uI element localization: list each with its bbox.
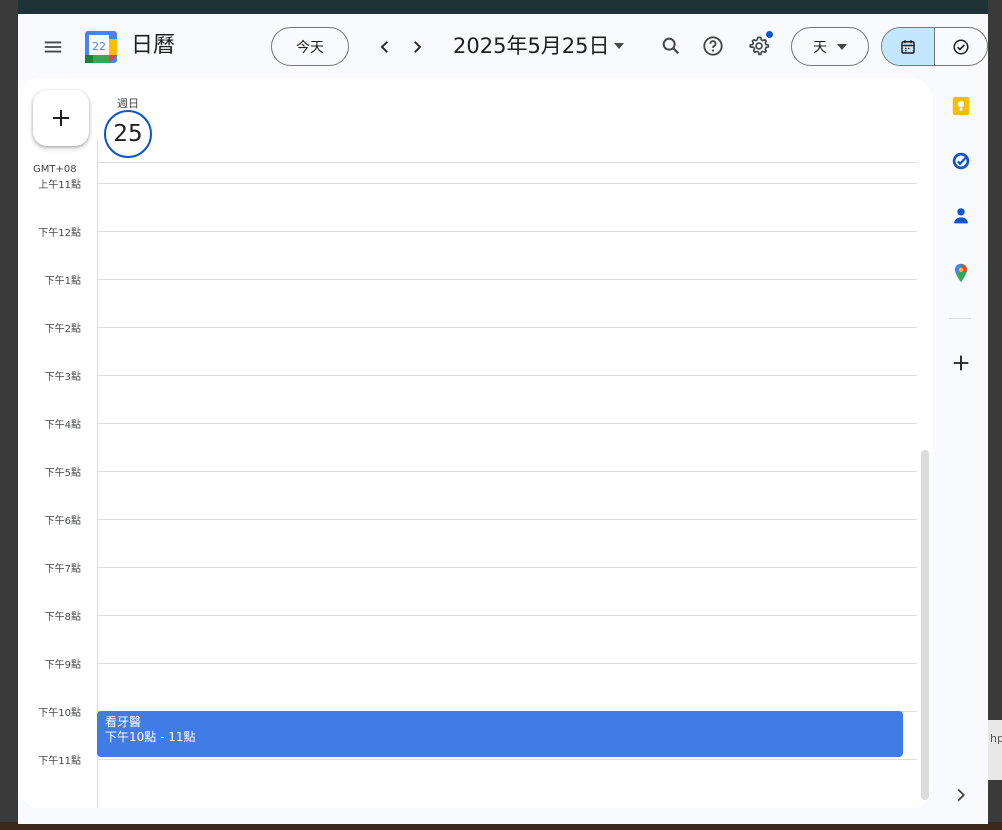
hour-label: 上午11點 xyxy=(38,180,81,191)
keep-icon xyxy=(952,96,970,116)
tasks-button[interactable] xyxy=(948,148,974,174)
tasks-icon xyxy=(952,152,970,170)
maps-icon xyxy=(955,263,967,283)
hour-label: 下午12點 xyxy=(38,228,81,239)
hour-label: 下午11點 xyxy=(38,756,81,767)
event-title: 看牙醫 xyxy=(105,715,142,729)
hour-label: 下午8點 xyxy=(44,612,81,623)
hour-label: 下午9點 xyxy=(44,660,81,671)
hour-gridline xyxy=(97,327,917,328)
timezone-label: GMT+08 xyxy=(33,164,77,175)
calendar-logo-icon: 22 xyxy=(85,31,117,63)
hour-gridline xyxy=(97,471,917,472)
view-selector-label: 天 xyxy=(813,39,827,56)
next-day-button[interactable] xyxy=(402,32,432,62)
hour-gridline xyxy=(97,567,917,568)
plus-icon xyxy=(53,110,69,126)
hour-label: 下午2點 xyxy=(44,324,81,335)
header-line xyxy=(97,162,917,163)
side-panel xyxy=(933,78,988,808)
search-button[interactable] xyxy=(655,30,687,62)
hour-label: 下午3點 xyxy=(44,372,81,383)
chevron-right-icon xyxy=(957,788,966,802)
contacts-icon xyxy=(954,208,968,224)
hour-gridline xyxy=(97,231,917,232)
caret-down-icon xyxy=(837,43,847,50)
add-addon-button[interactable] xyxy=(948,350,974,376)
hour-label: 下午4點 xyxy=(44,420,81,431)
event-time: 下午10點 - 11點 xyxy=(105,730,196,744)
calendar-logo[interactable]: 22 xyxy=(85,31,117,63)
current-date-title[interactable]: 2025年5月25日 xyxy=(453,31,610,61)
view-selector[interactable]: 天 xyxy=(791,27,869,66)
main-menu-button[interactable] xyxy=(38,32,68,62)
calendar-icon xyxy=(901,39,915,54)
side-panel-divider xyxy=(949,318,971,319)
hour-label: 下午6點 xyxy=(44,516,81,527)
calendar-app: 22 日曆 今天 2025年5月25日 天 週日 25 GMT+08 上午11點… xyxy=(18,14,988,824)
app-title: 日曆 xyxy=(131,33,176,58)
window-top-bar xyxy=(18,0,988,14)
tasks-view-toggle[interactable] xyxy=(935,28,988,65)
previous-day-button[interactable] xyxy=(370,32,400,62)
calendar-event[interactable]: 看牙醫 下午10點 - 11點 xyxy=(97,711,903,757)
check-circle-icon xyxy=(953,39,969,54)
hour-label: 下午10點 xyxy=(38,708,81,719)
background-window: hp xyxy=(988,720,1002,780)
scrollbar[interactable] xyxy=(921,450,929,800)
top-bar: 22 日曆 今天 2025年5月25日 天 xyxy=(18,14,988,78)
expand-side-panel-button[interactable] xyxy=(948,782,974,808)
hour-gridline xyxy=(97,759,917,760)
hour-gridline xyxy=(97,615,917,616)
maps-button[interactable] xyxy=(948,260,974,286)
chevron-left-icon xyxy=(380,41,388,53)
keep-button[interactable] xyxy=(948,93,974,119)
today-button[interactable]: 今天 xyxy=(271,27,349,66)
day-of-week: 週日 xyxy=(117,97,139,110)
notification-dot xyxy=(766,31,773,38)
header-divider xyxy=(97,140,98,162)
hour-label: 下午1點 xyxy=(44,276,81,287)
calendar-tasks-toggle xyxy=(881,27,988,66)
hour-gridline xyxy=(97,279,917,280)
hour-gridline xyxy=(97,183,917,184)
search-icon xyxy=(662,37,680,55)
hour-gridline xyxy=(97,519,917,520)
contacts-button[interactable] xyxy=(948,203,974,229)
day-view: 週日 25 GMT+08 上午11點下午12點下午1點下午2點下午3點下午4點下… xyxy=(18,78,933,808)
calendar-view-toggle[interactable] xyxy=(882,28,935,65)
gear-icon xyxy=(749,36,770,56)
hour-label: 下午5點 xyxy=(44,468,81,479)
hour-label: 下午7點 xyxy=(44,564,81,575)
plus-icon xyxy=(953,355,969,371)
create-button[interactable] xyxy=(33,90,89,146)
chevron-right-icon xyxy=(414,41,422,53)
hamburger-icon xyxy=(44,41,62,53)
background-text: hp xyxy=(990,732,1002,745)
caret-down-icon[interactable] xyxy=(611,36,627,56)
help-icon xyxy=(703,36,723,56)
logo-day-text: 22 xyxy=(92,40,106,53)
hour-gridline xyxy=(97,375,917,376)
hour-gridline xyxy=(97,423,917,424)
hour-gridline xyxy=(97,663,917,664)
day-number[interactable]: 25 xyxy=(104,110,152,158)
help-button[interactable] xyxy=(697,30,729,62)
